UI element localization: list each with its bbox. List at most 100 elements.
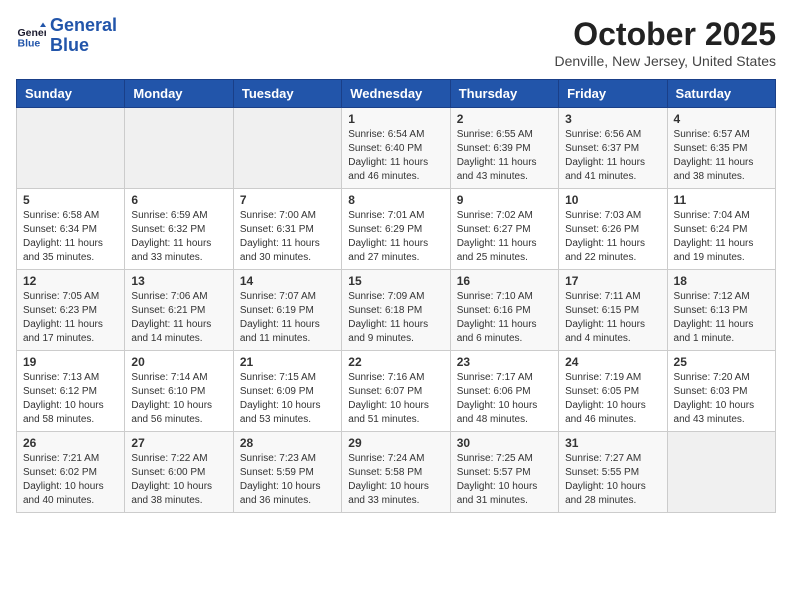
weekday-header-friday: Friday [559, 80, 667, 108]
day-number: 27 [131, 436, 226, 450]
day-info: Sunrise: 7:24 AM Sunset: 5:58 PM Dayligh… [348, 452, 443, 508]
calendar-cell: 18 Sunrise: 7:12 AM Sunset: 6:13 PM Dayli… [667, 270, 775, 351]
weekday-header-sunday: Sunday [17, 80, 125, 108]
calendar-cell: 1 Sunrise: 6:54 AM Sunset: 6:40 PM Daylig… [342, 108, 450, 189]
day-info: Sunrise: 7:14 AM Sunset: 6:10 PM Dayligh… [131, 371, 226, 427]
calendar-cell: 24 Sunrise: 7:19 AM Sunset: 6:05 PM Dayli… [559, 351, 667, 432]
day-info: Sunrise: 6:58 AM Sunset: 6:34 PM Dayligh… [23, 209, 118, 265]
calendar-cell [233, 108, 341, 189]
day-number: 2 [457, 112, 552, 126]
day-number: 16 [457, 274, 552, 288]
day-number: 10 [565, 193, 660, 207]
day-info: Sunrise: 7:19 AM Sunset: 6:05 PM Dayligh… [565, 371, 660, 427]
calendar-cell: 7 Sunrise: 7:00 AM Sunset: 6:31 PM Daylig… [233, 189, 341, 270]
calendar-cell: 16 Sunrise: 7:10 AM Sunset: 6:16 PM Dayli… [450, 270, 558, 351]
day-number: 22 [348, 355, 443, 369]
day-info: Sunrise: 7:21 AM Sunset: 6:02 PM Dayligh… [23, 452, 118, 508]
calendar-cell: 9 Sunrise: 7:02 AM Sunset: 6:27 PM Daylig… [450, 189, 558, 270]
weekday-header-saturday: Saturday [667, 80, 775, 108]
day-number: 24 [565, 355, 660, 369]
day-number: 4 [674, 112, 769, 126]
calendar-cell [125, 108, 233, 189]
day-number: 11 [674, 193, 769, 207]
day-info: Sunrise: 7:00 AM Sunset: 6:31 PM Dayligh… [240, 209, 335, 265]
day-number: 5 [23, 193, 118, 207]
day-number: 17 [565, 274, 660, 288]
calendar-cell: 26 Sunrise: 7:21 AM Sunset: 6:02 PM Dayli… [17, 432, 125, 513]
day-info: Sunrise: 7:20 AM Sunset: 6:03 PM Dayligh… [674, 371, 769, 427]
calendar-cell: 3 Sunrise: 6:56 AM Sunset: 6:37 PM Daylig… [559, 108, 667, 189]
day-info: Sunrise: 7:07 AM Sunset: 6:19 PM Dayligh… [240, 290, 335, 346]
day-info: Sunrise: 6:55 AM Sunset: 6:39 PM Dayligh… [457, 128, 552, 184]
day-number: 9 [457, 193, 552, 207]
day-number: 14 [240, 274, 335, 288]
calendar-cell: 4 Sunrise: 6:57 AM Sunset: 6:35 PM Daylig… [667, 108, 775, 189]
calendar-cell: 8 Sunrise: 7:01 AM Sunset: 6:29 PM Daylig… [342, 189, 450, 270]
day-number: 12 [23, 274, 118, 288]
calendar-cell: 13Sunrise: 7:06 AM Sunset: 6:21 PM Dayli… [125, 270, 233, 351]
day-info: Sunrise: 7:25 AM Sunset: 5:57 PM Dayligh… [457, 452, 552, 508]
weekday-header-monday: Monday [125, 80, 233, 108]
day-number: 23 [457, 355, 552, 369]
day-number: 1 [348, 112, 443, 126]
day-info: Sunrise: 6:57 AM Sunset: 6:35 PM Dayligh… [674, 128, 769, 184]
calendar-cell: 25 Sunrise: 7:20 AM Sunset: 6:03 PM Dayli… [667, 351, 775, 432]
calendar-cell: 30Sunrise: 7:25 AM Sunset: 5:57 PM Dayli… [450, 432, 558, 513]
day-info: Sunrise: 7:22 AM Sunset: 6:00 PM Dayligh… [131, 452, 226, 508]
day-info: Sunrise: 7:01 AM Sunset: 6:29 PM Dayligh… [348, 209, 443, 265]
day-info: Sunrise: 7:04 AM Sunset: 6:24 PM Dayligh… [674, 209, 769, 265]
calendar-cell: 23 Sunrise: 7:17 AM Sunset: 6:06 PM Dayli… [450, 351, 558, 432]
day-number: 18 [674, 274, 769, 288]
weekday-header-tuesday: Tuesday [233, 80, 341, 108]
day-info: Sunrise: 6:56 AM Sunset: 6:37 PM Dayligh… [565, 128, 660, 184]
calendar-cell: 5 Sunrise: 6:58 AM Sunset: 6:34 PM Daylig… [17, 189, 125, 270]
day-info: Sunrise: 7:23 AM Sunset: 5:59 PM Dayligh… [240, 452, 335, 508]
day-number: 7 [240, 193, 335, 207]
calendar-cell: 20 Sunrise: 7:14 AM Sunset: 6:10 PM Dayli… [125, 351, 233, 432]
logo: General Blue General Blue [16, 16, 117, 56]
day-info: Sunrise: 7:15 AM Sunset: 6:09 PM Dayligh… [240, 371, 335, 427]
day-number: 15 [348, 274, 443, 288]
calendar-cell: 10 Sunrise: 7:03 AM Sunset: 6:26 PM Dayli… [559, 189, 667, 270]
calendar-cell: 6 Sunrise: 6:59 AM Sunset: 6:32 PM Daylig… [125, 189, 233, 270]
day-info: Sunrise: 6:54 AM Sunset: 6:40 PM Dayligh… [348, 128, 443, 184]
calendar-cell: 12Sunrise: 7:05 AM Sunset: 6:23 PM Dayli… [17, 270, 125, 351]
day-info: Sunrise: 7:12 AM Sunset: 6:13 PM Dayligh… [674, 290, 769, 346]
calendar-cell: 31Sunrise: 7:27 AM Sunset: 5:55 PM Dayli… [559, 432, 667, 513]
title-block: October 2025 Denville, New Jersey, Unite… [555, 16, 777, 69]
calendar-cell: 14 Sunrise: 7:07 AM Sunset: 6:19 PM Dayli… [233, 270, 341, 351]
day-number: 28 [240, 436, 335, 450]
month-title: October 2025 [555, 16, 777, 53]
day-number: 25 [674, 355, 769, 369]
svg-text:Blue: Blue [18, 37, 41, 49]
calendar-cell [667, 432, 775, 513]
calendar-cell: 21 Sunrise: 7:15 AM Sunset: 6:09 PM Dayli… [233, 351, 341, 432]
day-number: 31 [565, 436, 660, 450]
calendar-cell [17, 108, 125, 189]
day-number: 20 [131, 355, 226, 369]
day-number: 6 [131, 193, 226, 207]
day-info: Sunrise: 7:17 AM Sunset: 6:06 PM Dayligh… [457, 371, 552, 427]
calendar-cell: 29 Sunrise: 7:24 AM Sunset: 5:58 PM Dayli… [342, 432, 450, 513]
day-info: Sunrise: 7:11 AM Sunset: 6:15 PM Dayligh… [565, 290, 660, 346]
weekday-header-wednesday: Wednesday [342, 80, 450, 108]
day-number: 21 [240, 355, 335, 369]
calendar-cell: 22Sunrise: 7:16 AM Sunset: 6:07 PM Dayli… [342, 351, 450, 432]
day-number: 29 [348, 436, 443, 450]
day-number: 3 [565, 112, 660, 126]
calendar-cell: 15Sunrise: 7:09 AM Sunset: 6:18 PM Dayli… [342, 270, 450, 351]
calendar-table: SundayMondayTuesdayWednesdayThursdayFrid… [16, 79, 776, 513]
day-info: Sunrise: 7:03 AM Sunset: 6:26 PM Dayligh… [565, 209, 660, 265]
day-info: Sunrise: 7:13 AM Sunset: 6:12 PM Dayligh… [23, 371, 118, 427]
day-number: 26 [23, 436, 118, 450]
calendar-cell: 11 Sunrise: 7:04 AM Sunset: 6:24 PM Dayli… [667, 189, 775, 270]
day-info: Sunrise: 7:02 AM Sunset: 6:27 PM Dayligh… [457, 209, 552, 265]
calendar-cell: 19Sunrise: 7:13 AM Sunset: 6:12 PM Dayli… [17, 351, 125, 432]
day-info: Sunrise: 7:10 AM Sunset: 6:16 PM Dayligh… [457, 290, 552, 346]
day-info: Sunrise: 6:59 AM Sunset: 6:32 PM Dayligh… [131, 209, 226, 265]
location: Denville, New Jersey, United States [555, 53, 777, 69]
calendar-cell: 28 Sunrise: 7:23 AM Sunset: 5:59 PM Dayli… [233, 432, 341, 513]
calendar-cell: 27 Sunrise: 7:22 AM Sunset: 6:00 PM Dayli… [125, 432, 233, 513]
calendar-cell: 17 Sunrise: 7:11 AM Sunset: 6:15 PM Dayli… [559, 270, 667, 351]
day-number: 8 [348, 193, 443, 207]
